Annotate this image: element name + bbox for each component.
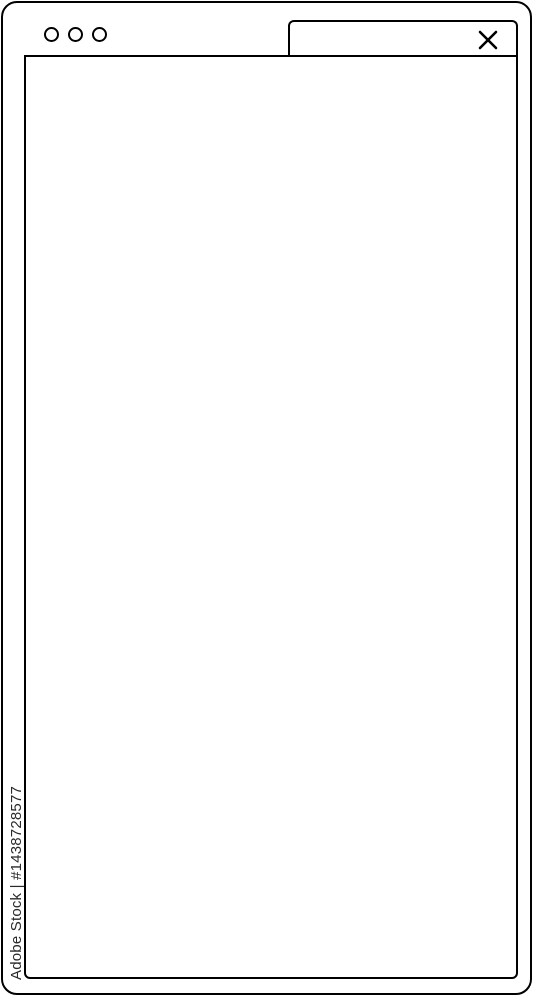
stock-watermark: Adobe Stock | #1438728577: [8, 785, 25, 980]
content-area: [24, 55, 518, 979]
window-controls: [44, 27, 107, 47]
window-dot-2[interactable]: [68, 27, 83, 42]
window-dot-1[interactable]: [44, 27, 59, 42]
window-dot-3[interactable]: [92, 27, 107, 42]
browser-tab[interactable]: [288, 20, 518, 59]
close-icon[interactable]: [476, 28, 500, 52]
